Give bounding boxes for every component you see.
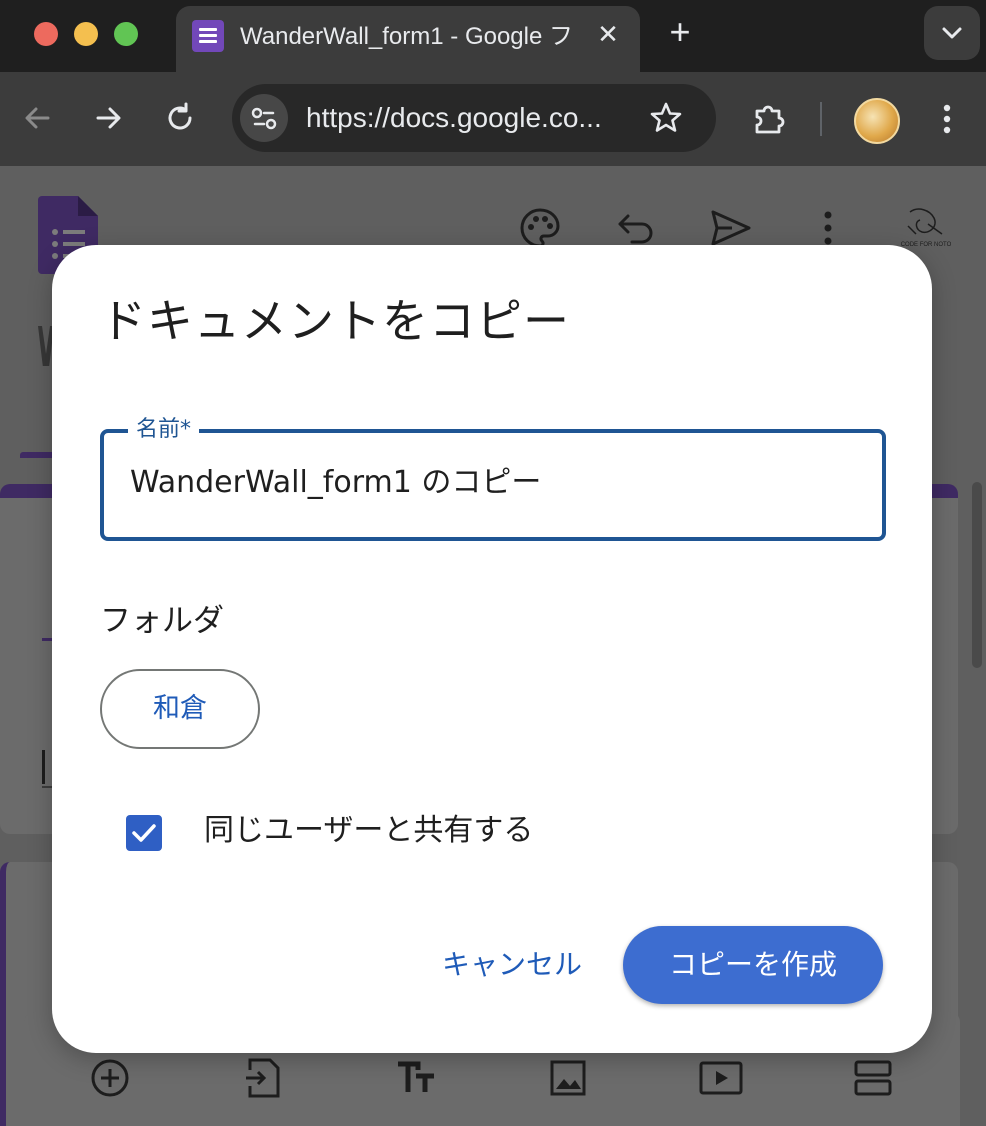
avatar[interactable] [854,98,900,144]
reload-icon[interactable] [162,100,198,136]
tune-icon [251,107,277,130]
create-copy-button[interactable]: コピーを作成 [623,926,883,1004]
share-checkbox-label[interactable]: 同じユーザーと共有する [204,809,704,853]
section-icon [854,1060,892,1096]
arrow-right-icon[interactable] [90,100,126,136]
browser-tab-active[interactable]: WanderWall_form1 - Google フ ✕ [176,6,640,72]
add-circle-icon [91,1059,129,1097]
toolbar-divider [820,102,822,136]
copy-document-dialog: ドキュメントをコピー 名前* フォルダ 和倉 同じユーザーと共有する キャンセル… [52,245,932,1053]
arrow-left-icon[interactable] [20,100,56,136]
tab-search-button[interactable] [924,6,980,60]
folder-label: フォルダ [100,603,224,639]
video-icon [699,1061,743,1095]
window-close-button[interactable] [34,22,58,46]
site-settings-button[interactable] [240,94,288,142]
name-input[interactable] [130,459,850,507]
window-minimize-button[interactable] [74,22,98,46]
cancel-button[interactable]: キャンセル [432,939,592,991]
image-icon [550,1060,586,1096]
folder-chip-button[interactable]: 和倉 [100,669,260,749]
new-tab-button[interactable]: + [662,14,698,50]
name-field[interactable]: 名前* [100,415,886,541]
google-forms-favicon-icon [192,20,224,52]
title-text-icon [398,1061,434,1092]
address-bar[interactable]: https://docs.google.co... [232,84,716,152]
url-text[interactable]: https://docs.google.co... [306,98,636,138]
chevron-down-icon [942,27,962,39]
share-checkbox[interactable] [126,815,162,851]
import-icon [246,1058,280,1098]
more-vert-icon [824,211,832,245]
send-icon [711,210,751,246]
page-scrollbar [972,482,982,668]
tab-close-icon[interactable]: ✕ [594,18,622,52]
browser-tab-bar: WanderWall_form1 - Google フ ✕ + [0,0,986,72]
name-field-label: 名前* [128,415,200,445]
star-icon[interactable] [648,100,684,136]
checkmark-icon [132,824,156,842]
card-input-underline [42,786,52,788]
undo-icon [618,214,653,244]
browser-toolbar: https://docs.google.co... [0,72,986,166]
puzzle-icon[interactable] [750,100,788,138]
window-zoom-button[interactable] [114,22,138,46]
dialog-title: ドキュメントをコピー [100,294,570,348]
kebab-menu-icon[interactable] [934,100,960,138]
tab-title: WanderWall_form1 - Google フ [240,23,570,50]
palette-icon [520,208,560,248]
